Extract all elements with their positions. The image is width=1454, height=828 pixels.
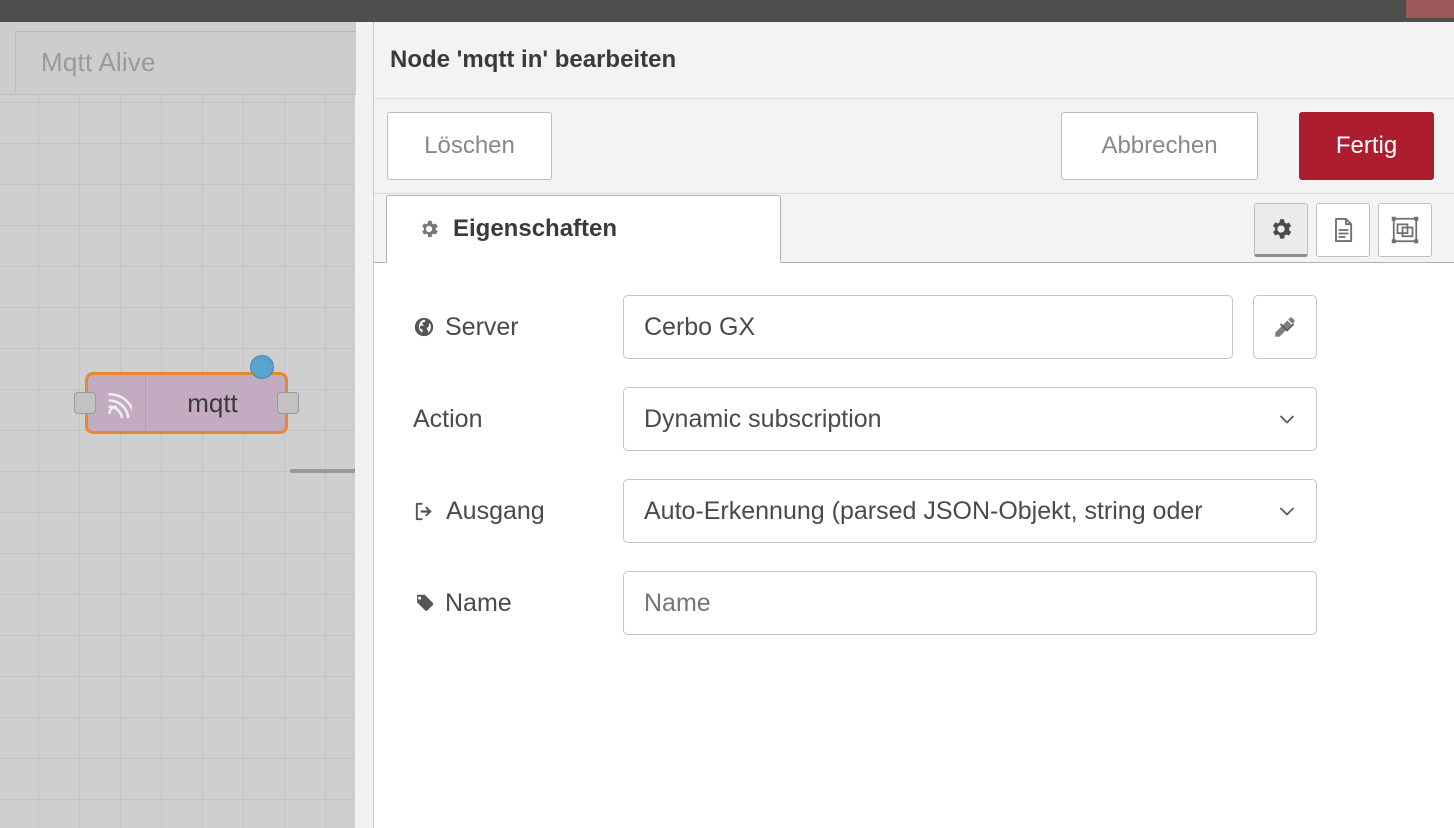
edit-server-pencil-icon-button[interactable] [1253,295,1317,359]
appearance-shape-icon-button[interactable] [1378,203,1432,257]
output-select-value: Auto-Erkennung (parsed JSON-Objekt, stri… [644,496,1203,525]
dialog-header: Node 'mqtt in' bearbeiten [374,22,1454,99]
mqtt-node-label: mqtt [187,387,238,418]
chevron-down-icon [1275,407,1299,431]
node-edit-dialog: Node 'mqtt in' bearbeiten Löschen Abbrec… [373,22,1454,828]
properties-gear-icon-button[interactable] [1254,203,1308,257]
server-select[interactable]: Cerbo GX [623,295,1294,359]
dialog-tabstrip: Eigenschaften [374,194,1454,263]
window-chrome-bar [0,0,1454,22]
node-input-port[interactable] [74,392,96,414]
delete-button[interactable]: Löschen [387,112,552,180]
description-document-icon-button[interactable] [1316,203,1370,257]
form-row-server: Server Cerbo GX [374,295,1454,359]
server-select-value: Cerbo GX [644,312,756,341]
mqtt-in-node[interactable]: mqtt [74,355,299,434]
globe-icon [413,316,435,338]
window-chrome-accent [1406,0,1454,18]
gear-icon [418,218,440,240]
name-field-wrap [623,571,1317,635]
flow-tab-label: Mqtt Alive [41,47,156,77]
tag-icon [413,592,435,614]
action-label: Action [413,404,483,433]
tab-eigenschaften[interactable]: Eigenschaften [386,195,781,263]
form-row-action: Action Dynamic subscription [374,387,1454,451]
server-label-group: Server [413,313,623,342]
node-status-dot [250,355,274,379]
tab-label: Eigenschaften [453,215,618,242]
dialog-title: Node 'mqtt in' bearbeiten [390,46,677,73]
flow-tabbar: Mqtt Alive [0,22,373,95]
form-row-name: Name [374,571,1454,635]
properties-form: Server Cerbo GX Action Dynamic subscript… [374,263,1454,828]
flow-editor: Mqtt Alive mqtt [0,22,373,828]
dialog-action-bar: Löschen Abbrechen Fertig [374,99,1454,194]
cancel-button[interactable]: Abbrechen [1061,112,1258,180]
output-field-wrap: Auto-Erkennung (parsed JSON-Objekt, stri… [623,479,1317,543]
done-button[interactable]: Fertig [1299,112,1434,180]
name-input[interactable] [623,571,1317,635]
flow-tab-mqtt-alive[interactable]: Mqtt Alive [15,31,363,93]
output-label-group: Ausgang [413,497,623,526]
server-field-wrap: Cerbo GX [623,295,1317,359]
output-select[interactable]: Auto-Erkennung (parsed JSON-Objekt, stri… [623,479,1317,543]
app-screen: Mqtt Alive mqtt Node 'mqtt in' bearbeite… [0,0,1454,828]
name-label-group: Name [413,589,623,618]
output-label: Ausgang [446,496,545,525]
editor-right-gutter [356,22,373,828]
name-label: Name [445,588,512,617]
action-select[interactable]: Dynamic subscription [623,387,1317,451]
action-label-group: Action [413,405,623,434]
node-output-port[interactable] [277,392,299,414]
chevron-down-icon [1275,499,1299,523]
sign-out-icon [413,500,436,523]
dialog-view-buttons [1254,203,1432,257]
form-row-output: Ausgang Auto-Erkennung (parsed JSON-Obje… [374,479,1454,543]
flow-canvas[interactable]: mqtt [0,95,373,828]
mqtt-signal-icon [88,375,146,431]
server-label: Server [445,312,519,341]
action-select-value: Dynamic subscription [644,404,882,433]
action-field-wrap: Dynamic subscription [623,387,1317,451]
